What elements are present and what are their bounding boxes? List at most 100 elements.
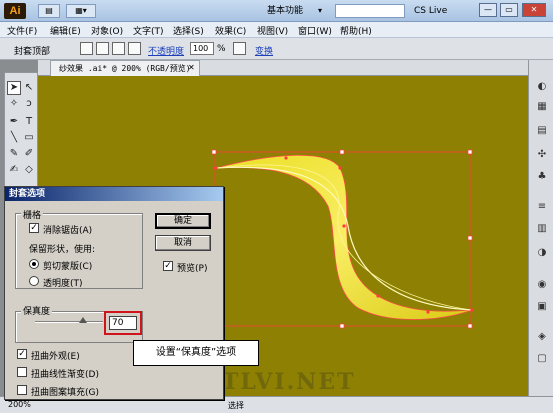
menu-type[interactable]: 文字(T) [133, 24, 164, 37]
mesh-point [338, 166, 342, 170]
fidelity-slider-track[interactable] [35, 321, 103, 323]
cs-live-button[interactable]: CS Live [414, 4, 447, 18]
menu-edit[interactable]: 编辑(E) [50, 24, 81, 37]
opacity-input[interactable]: 100 [190, 42, 214, 55]
search-input[interactable] [335, 4, 405, 18]
swatches-icon[interactable]: ▤ [535, 124, 549, 138]
dialog-title[interactable]: 封套选项 [5, 187, 223, 201]
pencil-tool-icon[interactable]: ✐ [22, 147, 36, 161]
maximize-button[interactable]: ▭ [500, 3, 518, 17]
preview-checkbox[interactable]: ✓ [163, 261, 173, 271]
mesh-point [470, 308, 474, 312]
brushes-icon[interactable]: ✣ [535, 148, 549, 162]
document-tab-title: 纱效果 .ai* @ 200% (RGB/预览) [59, 64, 191, 73]
artboards-panel-icon[interactable]: ▢ [535, 352, 549, 366]
fidelity-slider-thumb[interactable] [78, 317, 87, 323]
bridge-icon[interactable]: ▤ [38, 4, 60, 18]
zoom-level[interactable]: 200% [8, 400, 31, 409]
ok-button[interactable]: 确定 [155, 213, 211, 229]
clip-mask-radio[interactable] [29, 259, 39, 269]
distort-appearance-checkbox[interactable]: ✓ [17, 349, 27, 359]
distort-pattern-fill-checkbox[interactable] [17, 385, 27, 395]
graphic-styles-icon[interactable]: ▣ [535, 300, 549, 314]
transparency-label: 透明度(T) [43, 279, 83, 289]
menu-object[interactable]: 对象(O) [91, 24, 123, 37]
symbols-icon[interactable]: ♣ [535, 170, 549, 184]
preview-label: 预览(P) [177, 264, 208, 274]
paintbrush-tool-icon[interactable]: ✎ [7, 147, 21, 161]
gradient-panel-icon[interactable]: ▥ [535, 222, 549, 236]
status-mode[interactable]: 选择 [228, 400, 244, 411]
blob-brush-tool-icon[interactable]: ✍ [7, 163, 21, 177]
edit-contents-icon[interactable] [96, 42, 109, 55]
panel-dock: ◐ ▦ ▤ ✣ ♣ ≡ ▥ ◑ ◉ ▣ ◈ ▢ [528, 60, 553, 400]
opacity-link[interactable]: 不透明度 [148, 44, 184, 57]
color-guide-icon[interactable]: ▦ [535, 100, 549, 114]
antialias-label: 消除锯齿(A) [43, 226, 93, 236]
distort-linear-gradient-checkbox[interactable] [17, 367, 27, 377]
arrange-documents-icon[interactable]: ▦▾ [66, 4, 96, 18]
document-tab[interactable]: 纱效果 .ai* @ 200% (RGB/预览) [50, 60, 200, 76]
rectangle-tool-icon[interactable]: ▭ [22, 131, 36, 145]
fidelity-highlight-box [104, 311, 142, 335]
pen-tool-icon[interactable]: ✒ [7, 115, 21, 129]
mesh-point [426, 310, 430, 314]
transform-link[interactable]: 变换 [255, 44, 273, 57]
tab-close-icon[interactable]: ✕ [188, 63, 195, 72]
edit-envelope-icon[interactable] [80, 42, 93, 55]
control-bar: 封套顶部 不透明度 100 % 变换 [0, 38, 553, 60]
silk-shape[interactable] [215, 154, 473, 320]
transparency-radio[interactable] [29, 276, 39, 286]
mesh-point [376, 294, 380, 298]
title-bar: Ai ▤ ▦▾ 基本功能 ▾ CS Live — ▭ ✕ [0, 0, 553, 22]
envelope-top-label: 封套顶部 [14, 47, 51, 57]
menu-view[interactable]: 视图(V) [257, 24, 288, 37]
anchor-point [467, 149, 473, 155]
menu-bar: 文件(F) 编辑(E) 对象(O) 文字(T) 选择(S) 效果(C) 视图(V… [0, 22, 553, 38]
direct-selection-tool-icon[interactable]: ↖ [22, 81, 36, 95]
antialias-checkbox[interactable]: ✓ [29, 223, 39, 233]
close-button[interactable]: ✕ [522, 3, 546, 17]
anchor-point [467, 235, 473, 241]
mesh-point [214, 166, 218, 170]
chevron-down-icon[interactable]: ▾ [318, 4, 322, 18]
callout-label: 设置“保真度”选项 [133, 340, 259, 366]
anchor-point [339, 323, 345, 329]
opacity-unit: % [217, 44, 226, 54]
layers-panel-icon[interactable]: ◈ [535, 330, 549, 344]
menu-file[interactable]: 文件(F) [7, 24, 37, 37]
menu-window[interactable]: 窗口(W) [298, 24, 332, 37]
line-tool-icon[interactable]: ╲ [7, 131, 21, 145]
anchor-point [467, 323, 473, 329]
anchor-point [211, 149, 217, 155]
cancel-button[interactable]: 取消 [155, 235, 211, 251]
color-panel-icon[interactable]: ◐ [535, 80, 549, 94]
envelope-options-dialog: 封套选项 栅格 ✓ 消除锯齿(A) 保留形状，使用: 剪切蒙版(C) 透明度(T… [4, 186, 224, 400]
distort-pattern-fill-label: 扭曲图案填充(G) [31, 388, 99, 398]
eraser-tool-icon[interactable]: ◇ [22, 163, 36, 177]
magic-wand-tool-icon[interactable]: ✧ [7, 97, 21, 111]
document-tab-bar: 纱效果 .ai* @ 200% (RGB/预览) ✕ [38, 60, 528, 76]
mesh-point [284, 156, 288, 160]
menu-select[interactable]: 选择(S) [173, 24, 204, 37]
grid-group-label: 栅格 [21, 208, 44, 221]
mesh-point [342, 224, 346, 228]
envelope-options-icon[interactable] [112, 42, 125, 55]
stroke-icon[interactable] [128, 42, 141, 55]
workspace-switcher[interactable]: 基本功能 [267, 4, 303, 18]
appearance-panel-icon[interactable]: ◉ [535, 278, 549, 292]
selection-tool-icon[interactable]: ➤ [7, 81, 21, 95]
lasso-tool-icon[interactable]: ↄ [22, 97, 36, 111]
type-tool-icon[interactable]: T [22, 115, 36, 129]
clip-mask-label: 剪切蒙版(C) [43, 262, 93, 272]
transparency-panel-icon[interactable]: ◑ [535, 246, 549, 260]
fidelity-group-label: 保真度 [21, 304, 53, 317]
stroke-panel-icon[interactable]: ≡ [535, 200, 549, 214]
menu-help[interactable]: 帮助(H) [340, 24, 372, 37]
menu-effect[interactable]: 效果(C) [215, 24, 246, 37]
minimize-button[interactable]: — [479, 3, 497, 17]
align-icon[interactable] [233, 42, 246, 55]
preserve-shape-label: 保留形状，使用: [29, 245, 96, 255]
distort-appearance-label: 扭曲外观(E) [31, 352, 80, 362]
app-logo: Ai [4, 3, 26, 19]
